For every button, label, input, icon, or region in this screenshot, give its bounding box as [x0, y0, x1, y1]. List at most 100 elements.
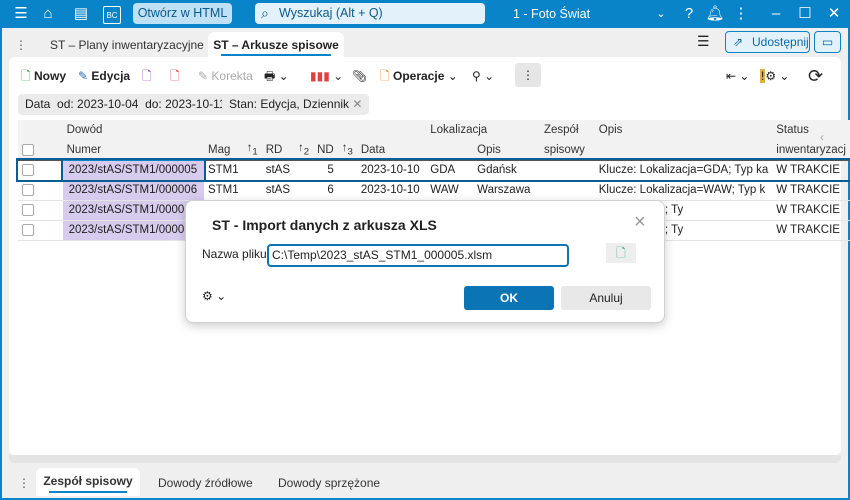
tab-plany[interactable]: ST – Plany inwentaryzacyjne	[50, 34, 204, 58]
file-path-input[interactable]: C:\Temp\2023_stAS_STM1_000005.xlsm	[267, 244, 569, 267]
header-data[interactable]: Data	[357, 140, 426, 160]
open-html-button[interactable]: Otwórz w HTML	[133, 3, 232, 24]
cell-status: W TRAKCIE	[772, 180, 850, 201]
search-input[interactable]: ⌕ Wyszukaj (Alt + Q)	[255, 3, 485, 24]
cell-numer: 2023/stAS/STM1/000005	[60, 158, 206, 182]
row-checkbox[interactable]	[22, 223, 34, 236]
sort-icon-3[interactable]: ↑3	[338, 140, 357, 160]
remove-filter-icon[interactable]: ✕	[352, 97, 362, 111]
header-inwentaryzacji[interactable]: inwentaryzacj	[772, 140, 850, 160]
tab-zespol-spisowy[interactable]: Zespół spisowy	[36, 468, 140, 496]
cell-rd: stAS	[261, 180, 295, 201]
cell-nd: 6	[313, 180, 338, 201]
row-checkbox[interactable]	[22, 203, 34, 216]
header-status[interactable]: Status	[772, 120, 850, 140]
cell-status: W TRAKCIE	[772, 200, 850, 221]
correction-button[interactable]: ✎ Korekta	[198, 66, 253, 86]
edit-icon: ✎	[78, 69, 89, 83]
refresh-icon[interactable]: ⟳	[808, 66, 823, 86]
table-row[interactable]: 2023/stAS/STM1/000006 STM1 stAS 6 2023-10-10…	[18, 180, 850, 201]
share-icon: ⇗	[733, 35, 744, 49]
minimize-icon[interactable]: –	[765, 4, 787, 24]
new-button[interactable]: 🗋 Nowy	[21, 66, 66, 86]
tab-arkusze[interactable]: ST – Arkusze spisowe	[208, 32, 344, 58]
tab-label: Zespół spisowy	[43, 474, 133, 488]
tab-dowody-zrodlowe[interactable]: Dowody źródłowe	[158, 472, 253, 496]
title-bar: ☰ ⌂ ▤ BC Otwórz w HTML ⌕ Wyszukaj (Alt + …	[0, 0, 850, 28]
operations-icon: 🗋	[380, 69, 390, 83]
bell-icon[interactable]: 🔔︎	[704, 4, 726, 24]
panel-toggle-icon[interactable]: ⇤ ⌄	[726, 66, 749, 86]
info-doc-icon[interactable]: 🗋	[142, 66, 152, 86]
table-row[interactable]: 2023/stAS/STM1/000005 STM1 stAS 5 2023-10-10…	[16, 158, 850, 182]
list-view-icon[interactable]: ☰	[697, 33, 710, 50]
scrollbar[interactable]	[9, 455, 841, 463]
maximize-icon[interactable]: ☐	[794, 4, 816, 24]
operations-button[interactable]: 🗋 Operacje ⌄	[380, 66, 458, 86]
menu-icon[interactable]: ☰	[10, 4, 32, 24]
share-button[interactable]: ⇗ Udostępnij	[725, 31, 810, 53]
cell-numer: 2023/stAS/STM1/0000	[62, 200, 204, 221]
active-tab-underline	[221, 54, 331, 56]
cancel-button[interactable]: Anuluj	[561, 286, 651, 310]
more-icon[interactable]: ⋮	[730, 4, 752, 24]
tab-dowody-sprzezone[interactable]: Dowody sprzężone	[278, 472, 380, 496]
header-rd[interactable]: RD	[262, 140, 294, 160]
edit-button[interactable]: ✎ Edycja	[78, 66, 130, 86]
cell-data: 2023-10-10	[356, 160, 427, 181]
more-actions-button[interactable]: ⋮	[515, 63, 541, 87]
header-nd[interactable]: ND	[313, 140, 338, 160]
filter-date-label: Data od: 2023-10-04 do: 2023-10-11	[25, 97, 226, 111]
help-icon[interactable]: ?	[678, 4, 700, 24]
header-lok-opis[interactable]: Opis	[473, 140, 540, 160]
ok-button[interactable]: OK	[464, 286, 554, 310]
header-zespol[interactable]: Zespół	[540, 120, 595, 140]
dialog-settings-icon[interactable]: ⚙ ⌄	[202, 289, 226, 303]
active-tab-underline	[49, 491, 127, 493]
attachment-icon[interactable]: 📎︎	[352, 66, 367, 86]
header-row-group: Dowód Lokalizacja Zespół Opis Status	[18, 120, 850, 140]
workflow-icon[interactable]: ⚲ ⌄	[472, 66, 494, 86]
home-icon[interactable]: ⌂	[37, 4, 59, 24]
browse-file-icon[interactable]: 🗋	[606, 243, 636, 263]
cell-lok-opis: Gdańsk	[473, 160, 540, 181]
search-icon: ⌕	[261, 5, 269, 21]
dialog-title: ST - Import danych z arkusza XLS	[212, 217, 437, 233]
sort-icon-1[interactable]: ↑1	[243, 140, 262, 160]
header-spisowy[interactable]: spisowy	[540, 140, 595, 160]
cell-opis: Klucze: Lokalizacja=WAW; Typ k	[594, 180, 773, 201]
file-label: Nazwa pliku	[202, 247, 267, 261]
row-checkbox[interactable]	[22, 183, 34, 196]
tab-label: ST – Arkusze spisowe	[213, 38, 339, 52]
header-row: Numer Mag ↑1 RD ↑2 ND ↑3 Data Opis spiso…	[18, 140, 850, 161]
sort-icon-2[interactable]: ↑2	[294, 140, 313, 160]
bottom-tabs-more-icon[interactable]: ⋮	[18, 472, 30, 496]
select-all-checkbox[interactable]	[22, 143, 34, 156]
print-icon[interactable]: 🖶 ⌄	[264, 66, 289, 86]
dialog-close-icon[interactable]: ×	[634, 211, 646, 234]
header-lokalizacja: Lokalizacja	[430, 124, 488, 136]
cell-lok-opis: Warszawa	[473, 180, 540, 201]
new-doc-icon: 🗋	[21, 69, 31, 83]
chevron-down-icon[interactable]: ⌄	[650, 4, 672, 24]
header-mag[interactable]: Mag	[204, 140, 243, 160]
settings-warning-icon[interactable]: !⚙ ⌄	[760, 66, 790, 86]
filter-date[interactable]: Data od: 2023-10-04 do: 2023-10-11	[18, 94, 233, 115]
news-icon[interactable]: ▤	[70, 4, 92, 24]
tabs-more-icon[interactable]: ⋮	[15, 34, 27, 58]
filter-state-label: Stan: Edycja, Dziennik	[229, 97, 350, 111]
operations-label: Operacje	[393, 69, 445, 83]
bc-icon[interactable]: BC	[103, 6, 121, 24]
header-opis[interactable]: Opis	[595, 120, 773, 140]
scroll-left-icon[interactable]: ‹	[820, 130, 824, 144]
search-placeholder: Wyszukaj (Alt + Q)	[279, 6, 383, 20]
delete-doc-icon[interactable]: 🗋	[170, 66, 180, 86]
chart-icon[interactable]: ▮▮▮ ⌄	[310, 66, 343, 86]
close-icon[interactable]: ✕	[823, 4, 845, 24]
comment-icon[interactable]: ▭	[814, 31, 841, 53]
filter-state[interactable]: Stan: Edycja, Dziennik ✕	[222, 94, 370, 115]
row-checkbox[interactable]	[22, 163, 34, 176]
cell-numer: 2023/stAS/STM1/0000	[62, 220, 204, 241]
header-numer[interactable]: Numer	[62, 140, 204, 161]
new-label: Nowy	[34, 69, 67, 83]
